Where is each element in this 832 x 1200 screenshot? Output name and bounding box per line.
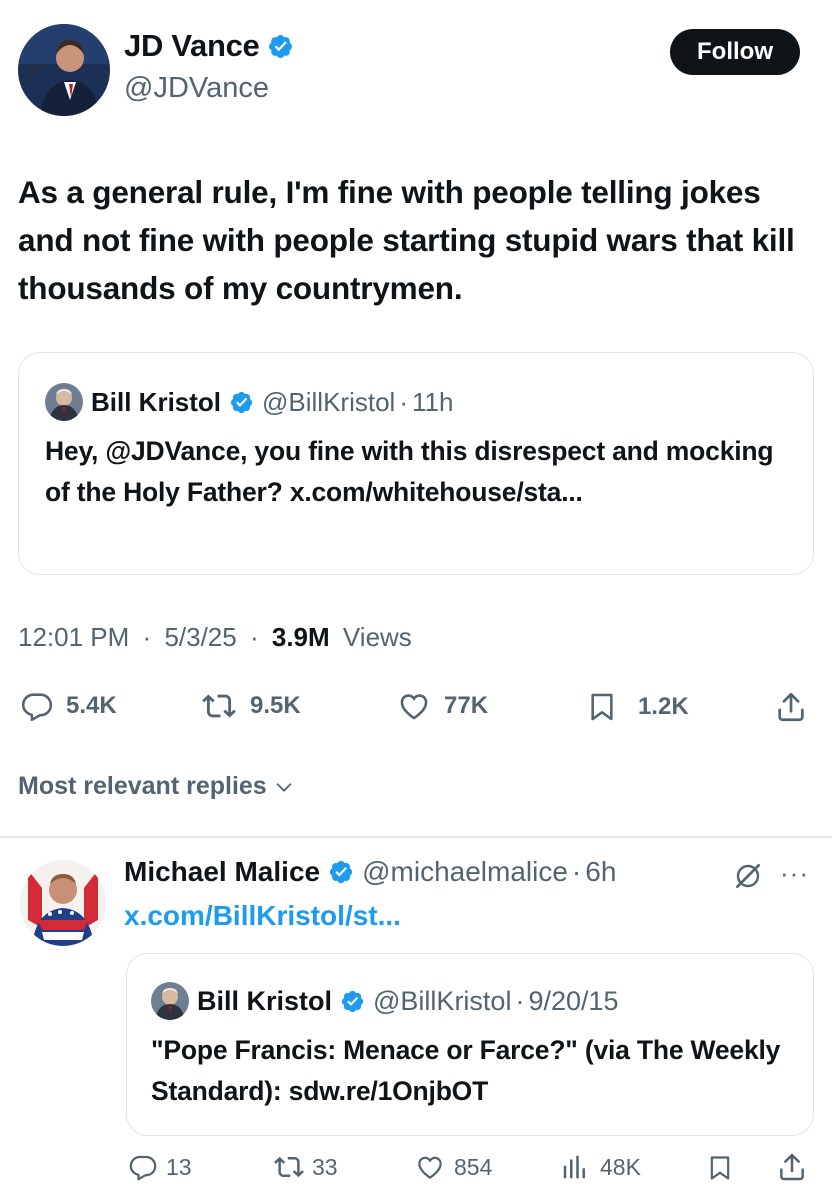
tweet-time[interactable]: 12:01 PM [18, 622, 129, 652]
reply-time[interactable]: 6h [585, 856, 616, 888]
more-icon[interactable]: ··· [780, 858, 809, 889]
separator: · [249, 622, 259, 652]
like-count: 854 [454, 1153, 493, 1180]
chevron-down-icon [276, 782, 292, 792]
quoted-author-name[interactable]: Bill Kristol [91, 387, 221, 418]
reply-author-name[interactable]: Michael Malice [124, 856, 320, 888]
share-button[interactable] [776, 1151, 808, 1183]
separator: · [142, 622, 152, 652]
repost-button[interactable]: 9.5K [200, 689, 301, 723]
reply-icon [21, 693, 53, 722]
like-icon [400, 694, 428, 720]
reply-button[interactable]: 13 [128, 1152, 192, 1182]
quoted-tweet-text: Hey, @JDVance, you fine with this disres… [45, 436, 774, 507]
verified-badge-icon [328, 859, 354, 885]
share-icon [780, 1153, 804, 1181]
verified-badge-icon [267, 33, 294, 60]
verified-badge-icon [340, 989, 365, 1014]
like-count: 77K [444, 692, 489, 719]
share-icon [778, 692, 804, 722]
reply-author-handle[interactable]: @michaelmalice [362, 856, 568, 888]
bookmark-count: 1.2K [638, 693, 689, 720]
author-handle[interactable]: @JDVance [124, 72, 269, 105]
repost-count: 33 [312, 1153, 338, 1180]
like-icon [418, 1156, 442, 1179]
reply-link[interactable]: x.com/BillKristol/st... [124, 900, 401, 932]
like-button[interactable]: 77K [396, 689, 488, 723]
repost-count: 9.5K [250, 692, 301, 719]
bookmark-button[interactable] [706, 1152, 734, 1184]
author-name[interactable]: JD Vance [124, 28, 260, 64]
views-label: Views [342, 622, 412, 652]
share-button[interactable] [774, 689, 808, 725]
reply-count: 13 [166, 1153, 192, 1180]
separator: · [571, 856, 582, 887]
quoted-tweet-header: Bill Kristol @BillKristol · 11h [45, 383, 453, 421]
tweet-meta: 12:01 PM · 5/3/25 · 3.9M Views [18, 622, 412, 653]
quoted-author-avatar[interactable] [45, 383, 83, 421]
sort-replies-dropdown[interactable]: Most relevant replies [18, 772, 295, 801]
reply-quoted-tweet[interactable]: Bill Kristol @BillKristol · 9/20/15 "Pop… [126, 953, 814, 1136]
quoted-tweet-time[interactable]: 11h [412, 387, 453, 418]
views-icon [563, 1155, 585, 1179]
reply-header: Michael Malice @michaelmalice · 6h [124, 856, 616, 888]
views-button[interactable]: 48K [560, 1152, 641, 1182]
quoted-tweet-header: Bill Kristol @BillKristol · 9/20/15 [151, 982, 619, 1020]
reply-author-avatar[interactable] [20, 860, 106, 946]
views-count: 3.9M [271, 622, 330, 652]
quoted-author-handle[interactable]: @BillKristol [262, 387, 395, 418]
sort-label: Most relevant replies [18, 772, 267, 800]
author-avatar[interactable] [18, 24, 110, 116]
reply-count: 5.4K [66, 692, 117, 719]
repost-button[interactable]: 33 [272, 1152, 338, 1182]
separator: · [515, 985, 525, 1016]
tweet-text: As a general rule, I'm fine with people … [18, 174, 795, 306]
quoted-author-name[interactable]: Bill Kristol [197, 986, 332, 1017]
repost-icon [274, 1156, 304, 1178]
follow-button[interactable]: Follow [670, 29, 800, 75]
quoted-author-avatar[interactable] [151, 982, 189, 1020]
views-count: 48K [600, 1153, 641, 1180]
tweet-date[interactable]: 5/3/25 [164, 622, 236, 652]
like-button[interactable]: 854 [414, 1152, 492, 1182]
quoted-author-handle[interactable]: @BillKristol [373, 986, 511, 1017]
bookmark-icon [591, 693, 613, 721]
quoted-tweet-text: "Pope Francis: Menace or Farce?" (via Th… [151, 1035, 781, 1106]
quoted-tweet-date[interactable]: 9/20/15 [528, 986, 618, 1017]
bookmark-icon [710, 1156, 730, 1180]
reply-icon [129, 1155, 157, 1181]
repost-icon [202, 694, 236, 718]
reply-button[interactable]: 5.4K [20, 689, 117, 723]
quoted-tweet[interactable]: Bill Kristol @BillKristol · 11h Hey, @JD… [18, 352, 814, 575]
bookmark-button[interactable]: 1.2K [586, 689, 689, 725]
verified-badge-icon [229, 390, 254, 415]
separator: · [399, 386, 408, 417]
divider [0, 836, 832, 838]
grok-icon[interactable] [732, 860, 764, 897]
